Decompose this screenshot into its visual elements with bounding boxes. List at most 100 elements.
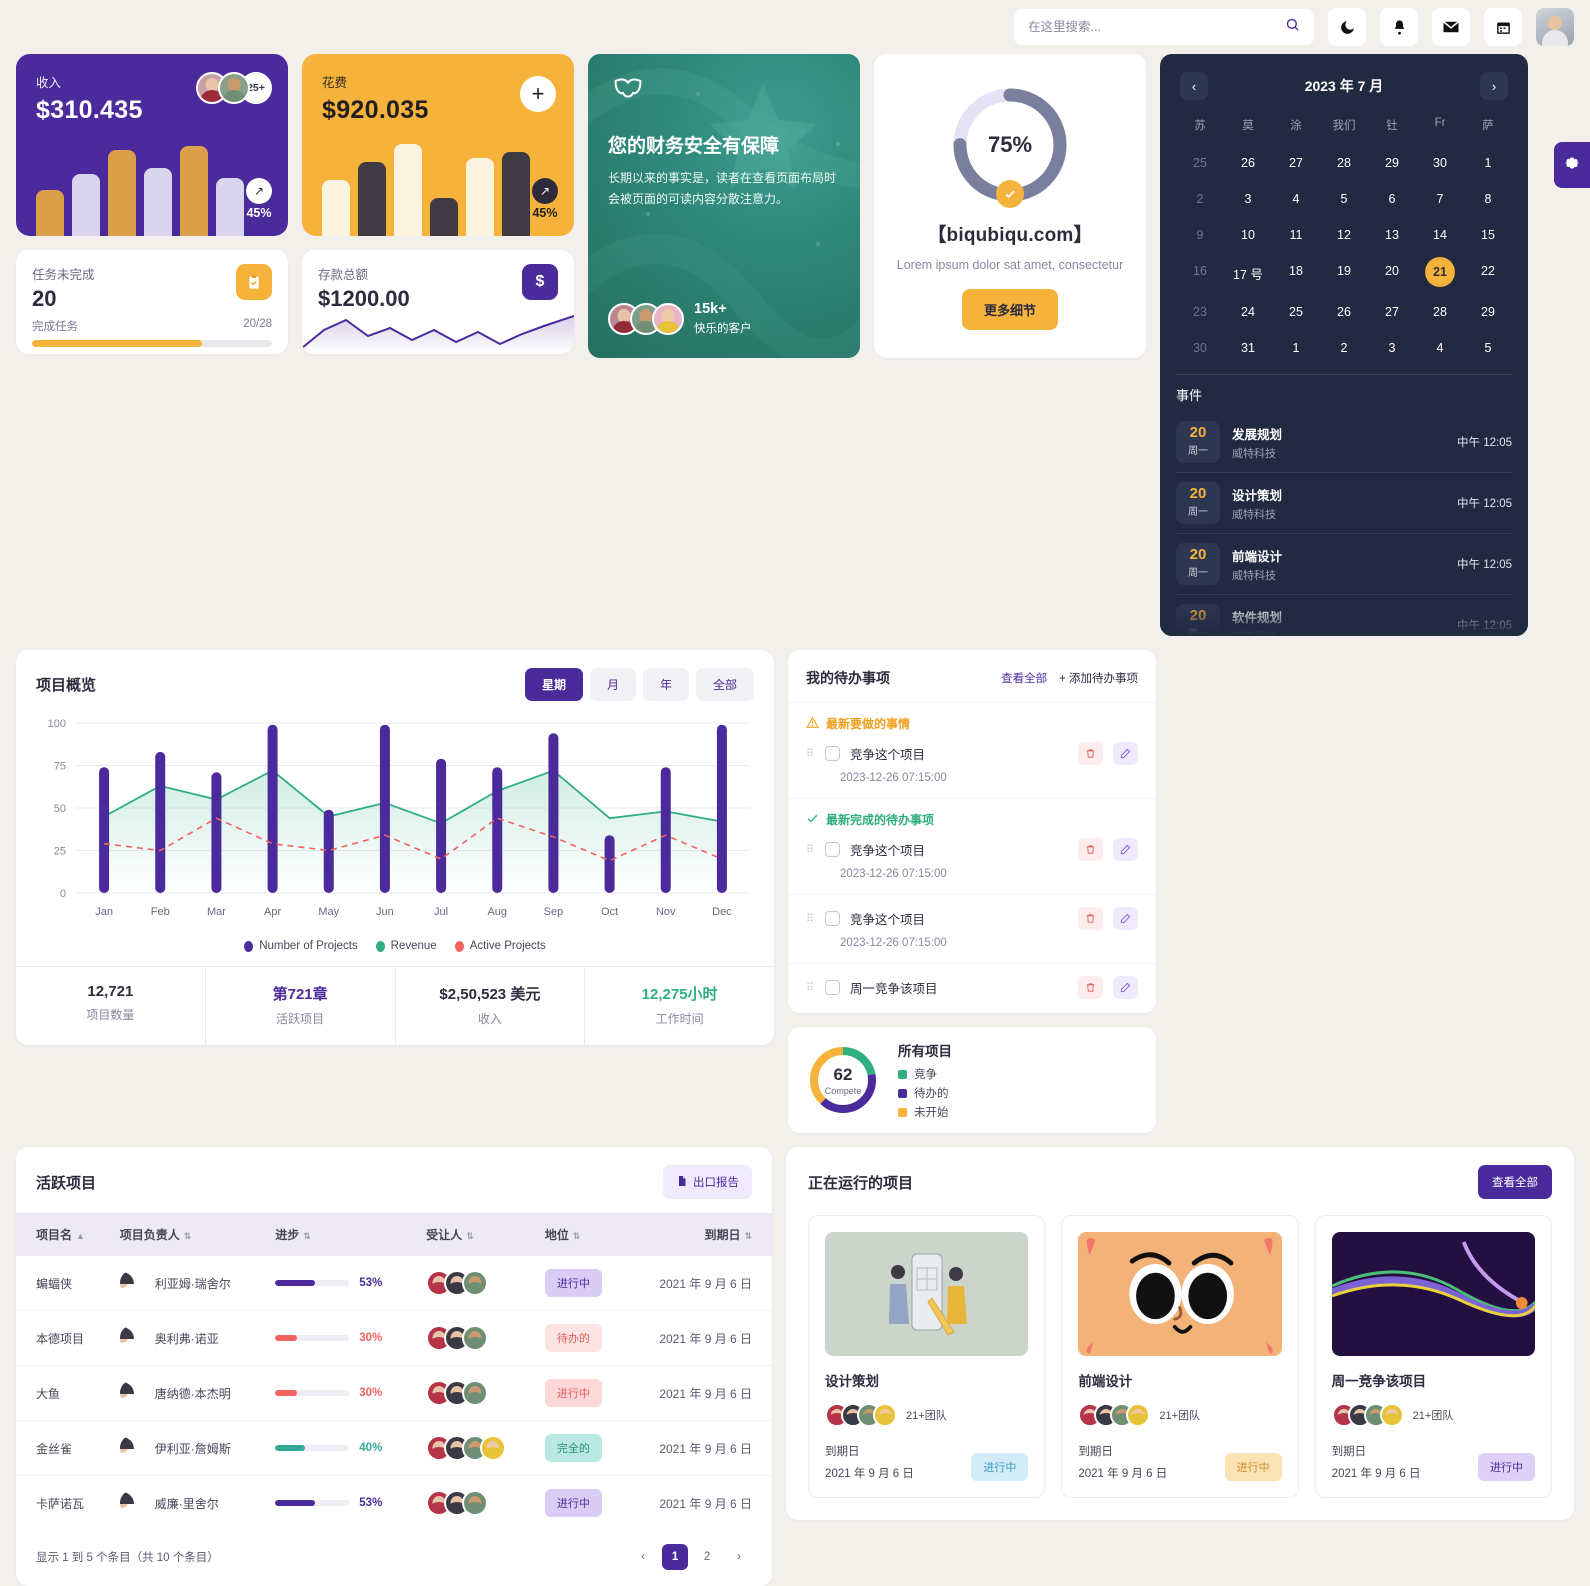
todo-item[interactable]: ⠿ 竞争这个项目 [806, 907, 1138, 930]
table-row[interactable]: 大鱼 唐纳德·本杰明 30% 进行中 2021 年 9 月 6 日 [16, 1365, 773, 1421]
running-view-all-button[interactable]: 查看全部 [1478, 1165, 1552, 1199]
calendar-grid[interactable]: 苏莫涂我们钍 Fr 萨 25 26 27 28 29 30 1 2 3 4 5 6 7 8 9 10 11 12 13 14… [1176, 112, 1512, 362]
calendar-day[interactable]: 30 [1176, 334, 1224, 362]
edit-todo-button[interactable] [1113, 907, 1138, 930]
calendar-day[interactable]: 25 [1176, 149, 1224, 177]
table-row[interactable]: 本德项目 奥利弗·诺亚 30% 待办的 2021 年 9 月 6 日 [16, 1310, 773, 1366]
calendar-day[interactable]: 17 号 [1224, 257, 1272, 290]
calendar-day[interactable]: 9 [1176, 221, 1224, 249]
column-header-受让人[interactable]: 受让人 ⇅ [416, 1213, 535, 1256]
sort-icon[interactable]: ⇅ [466, 1231, 474, 1241]
todo-item[interactable]: ⠿ 竞争这个项目 [806, 742, 1138, 765]
calendar-day[interactable]: 19 [1320, 257, 1368, 290]
sort-icon[interactable]: ▲ [76, 1231, 85, 1241]
legend-item[interactable]: Active Projects [454, 940, 546, 952]
todo-checkbox[interactable] [825, 980, 840, 995]
todo-checkbox[interactable] [825, 842, 840, 857]
calendar-day[interactable]: 4 [1416, 334, 1464, 362]
sort-icon[interactable]: ⇅ [184, 1231, 192, 1241]
settings-gear-tab[interactable] [1554, 142, 1590, 188]
todo-item[interactable]: ⠿ 竞争这个项目 [806, 838, 1138, 861]
calendar-day[interactable]: 20 [1368, 257, 1416, 290]
event-row[interactable]: 20 周一 前端设计 威特科技 中午 12:05 [1176, 534, 1512, 595]
calendar-day-today[interactable]: 21 [1425, 257, 1455, 287]
pagination-prev[interactable]: ‹ [630, 1544, 656, 1570]
add-expense-button[interactable]: + [520, 76, 556, 112]
calendar-day[interactable]: 29 [1368, 149, 1416, 177]
pagination-page-2[interactable]: 2 [694, 1544, 720, 1570]
calendar-day[interactable]: 18 [1272, 257, 1320, 290]
event-row[interactable]: 20 周一 设计策划 威特科技 中午 12:05 [1176, 473, 1512, 534]
todo-view-all-link[interactable]: 查看全部 [1001, 670, 1047, 686]
calendar-day[interactable]: 13 [1368, 221, 1416, 249]
legend-item[interactable]: Revenue [375, 940, 437, 952]
calendar-day[interactable]: 22 [1464, 257, 1512, 290]
calendar-day[interactable]: 10 [1224, 221, 1272, 249]
chevron-right-icon[interactable]: › [1479, 72, 1508, 100]
pagination-next[interactable]: › [726, 1544, 752, 1570]
calendar-day[interactable]: 27 [1272, 149, 1320, 177]
calendar-day[interactable]: 3 [1224, 185, 1272, 213]
drag-handle-icon[interactable]: ⠿ [806, 913, 815, 924]
table-row[interactable]: 蝙蝠侠 利亚姆·瑞舍尔 53% 进行中 2021 年 9 月 6 日 [16, 1256, 773, 1311]
edit-todo-button[interactable] [1113, 838, 1138, 861]
calendar-day[interactable]: 2 [1176, 185, 1224, 213]
calendar-day[interactable]: 15 [1464, 221, 1512, 249]
calendar-day[interactable]: 28 [1416, 298, 1464, 326]
calendar-day[interactable]: 26 [1320, 298, 1368, 326]
more-details-button[interactable]: 更多细节 [961, 289, 1058, 330]
calendar-day[interactable]: 12 [1320, 221, 1368, 249]
calendar-day[interactable]: 27 [1368, 298, 1416, 326]
delete-todo-button[interactable] [1078, 838, 1103, 861]
calendar-day[interactable]: 29 [1464, 298, 1512, 326]
calendar-day[interactable]: 24 [1224, 298, 1272, 326]
tab-月[interactable]: 月 [589, 668, 636, 701]
todo-checkbox[interactable] [825, 911, 840, 926]
calendar-icon[interactable] [1484, 8, 1522, 46]
calendar-day[interactable]: 6 [1368, 185, 1416, 213]
event-row[interactable]: 20 周一 软件规划威特科技 中午 12:05 [1176, 595, 1512, 636]
calendar-day[interactable]: 2 [1320, 334, 1368, 362]
drag-handle-icon[interactable]: ⠿ [806, 844, 815, 855]
bell-icon[interactable] [1380, 8, 1418, 46]
calendar-day[interactable]: 5 [1464, 334, 1512, 362]
event-row[interactable]: 20 周一 发展规划 威特科技 中午 12:05 [1176, 412, 1512, 473]
calendar-day[interactable]: 1 [1272, 334, 1320, 362]
column-header-地位[interactable]: 地位 ⇅ [534, 1213, 627, 1256]
add-todo-button[interactable]: + 添加待办事项 [1059, 670, 1138, 686]
search-icon[interactable] [1285, 17, 1300, 37]
calendar-day[interactable]: 3 [1368, 334, 1416, 362]
avatar[interactable] [1536, 8, 1574, 46]
calendar-day[interactable]: 11 [1272, 221, 1320, 249]
column-header-到期日[interactable]: 到期日 ⇅ [626, 1213, 773, 1256]
calendar-day[interactable]: 5 [1320, 185, 1368, 213]
table-row[interactable]: 金丝雀 伊利亚·詹姆斯 40% 完全的 2021 年 9 月 6 日 [16, 1420, 773, 1476]
calendar-day[interactable]: 1 [1464, 149, 1512, 177]
calendar-day[interactable]: 28 [1320, 149, 1368, 177]
sort-icon[interactable]: ⇅ [745, 1231, 753, 1241]
tab-全部[interactable]: 全部 [695, 668, 754, 701]
calendar-day[interactable]: 26 [1224, 149, 1272, 177]
tab-年[interactable]: 年 [642, 668, 689, 701]
calendar-day[interactable]: 25 [1272, 298, 1320, 326]
column-header-项目名[interactable]: 项目名 ▲ [16, 1213, 110, 1256]
todo-checkbox[interactable] [825, 746, 840, 761]
delete-todo-button[interactable] [1078, 742, 1103, 765]
search-box[interactable] [1014, 9, 1314, 45]
pagination[interactable]: ‹ 1 2 › [630, 1544, 752, 1570]
chevron-left-icon[interactable]: ‹ [1180, 72, 1208, 100]
drag-handle-icon[interactable]: ⠿ [806, 748, 815, 759]
todo-item[interactable]: ⠿ 周一竞争该项目 [806, 976, 1138, 999]
running-project-card[interactable]: 周一竞争该项目 21+团队 到期日 2021 年 9 月 6 日 进行中 [1314, 1215, 1552, 1498]
calendar-day[interactable]: 31 [1224, 334, 1272, 362]
delete-todo-button[interactable] [1078, 907, 1103, 930]
edit-todo-button[interactable] [1113, 742, 1138, 765]
running-project-card[interactable]: 设计策划 21+团队 到期日 2021 年 9 月 6 日 进行中 [808, 1215, 1046, 1498]
sort-icon[interactable]: ⇅ [303, 1231, 311, 1241]
overview-range-tabs[interactable]: 星期月年全部 [524, 668, 754, 701]
calendar-day[interactable]: 14 [1416, 221, 1464, 249]
calendar-day[interactable]: 23 [1176, 298, 1224, 326]
sort-icon[interactable]: ⇅ [573, 1231, 581, 1241]
running-project-card[interactable]: 前端设计 21+团队 到期日 2021 年 9 月 6 日 进行中 [1061, 1215, 1299, 1498]
search-input[interactable] [1028, 20, 1277, 34]
